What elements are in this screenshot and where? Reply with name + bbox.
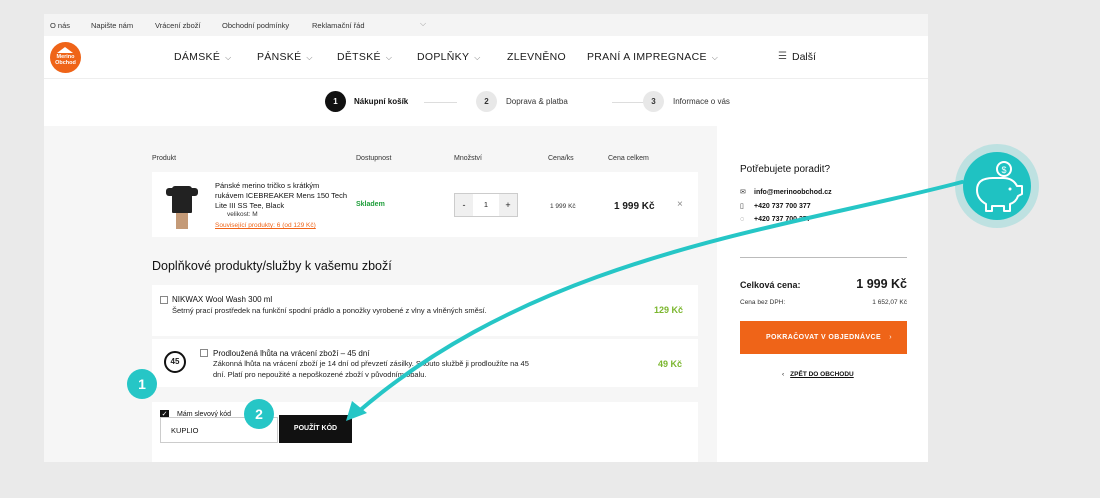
svg-text:$: $: [1001, 165, 1006, 175]
annotation-step-1: 1: [127, 369, 157, 399]
piggy-bank-badge: $: [955, 144, 1039, 228]
piggy-bank-icon: $: [963, 152, 1031, 220]
tutorial-arrow: [346, 180, 964, 421]
annotation-step-2: 2: [244, 399, 274, 429]
piggy-bank-icon: $: [976, 161, 1023, 212]
